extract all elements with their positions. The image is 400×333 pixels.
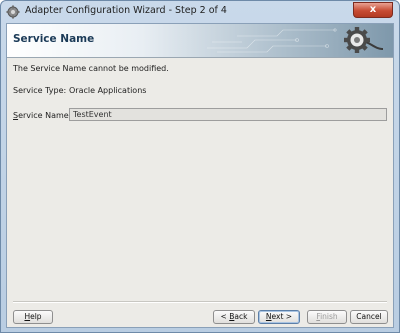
- back-button[interactable]: < Back: [213, 310, 255, 324]
- service-name-field[interactable]: [69, 108, 387, 121]
- step-title: Service Name: [13, 33, 95, 45]
- step-banner: Service Name: [7, 24, 393, 58]
- service-type-label: Service Type:: [13, 86, 67, 95]
- window-title: Adapter Configuration Wizard - Step 2 of…: [25, 5, 227, 16]
- banner-pattern-graphic: [207, 28, 337, 53]
- gear-plug-icon: [344, 27, 384, 53]
- service-type-value: Oracle Applications: [69, 86, 147, 95]
- close-button[interactable]: x: [353, 2, 393, 18]
- close-icon: x: [369, 4, 377, 15]
- next-button[interactable]: Next >: [258, 310, 300, 324]
- info-message: The Service Name cannot be modified.: [13, 64, 169, 73]
- help-button[interactable]: Help: [13, 310, 53, 324]
- footer-divider: [13, 301, 387, 303]
- cancel-button[interactable]: Cancel: [350, 310, 388, 324]
- wizard-body: Service Name The Service Name cannot be …: [6, 23, 394, 328]
- finish-button[interactable]: Finish: [307, 310, 347, 324]
- service-name-label: Service Name:: [13, 111, 72, 120]
- app-icon: [6, 5, 20, 19]
- wizard-window: Adapter Configuration Wizard - Step 2 of…: [0, 0, 400, 333]
- title-bar[interactable]: Adapter Configuration Wizard - Step 2 of…: [1, 1, 399, 23]
